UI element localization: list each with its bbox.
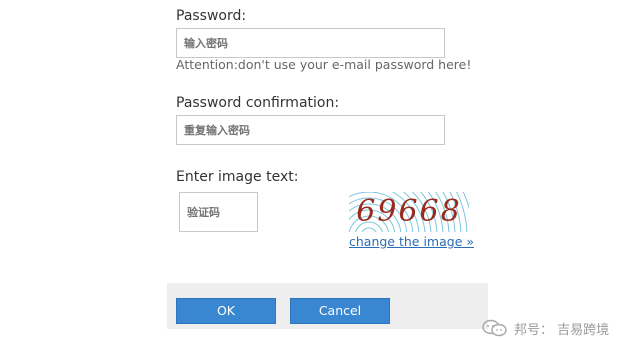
password-hint: Attention:don't use your e-mail password… xyxy=(176,57,472,72)
cancel-button[interactable]: Cancel xyxy=(290,298,390,324)
registration-form: Password: Attention:don't use your e-mai… xyxy=(0,0,634,340)
wechat-icon xyxy=(482,319,507,337)
ok-button[interactable]: OK xyxy=(176,298,276,324)
captcha-input[interactable] xyxy=(179,192,258,232)
password-input[interactable] xyxy=(176,28,445,58)
captcha-label: Enter image text: xyxy=(176,169,299,185)
captcha-image-text: 69668 xyxy=(356,194,462,229)
watermark-text: 邦号： 吉易跨境 xyxy=(514,322,610,338)
password-confirmation-label: Password confirmation: xyxy=(176,95,340,111)
captcha-image: 69668 xyxy=(349,192,469,232)
change-image-link[interactable]: change the image » xyxy=(349,234,474,249)
password-confirmation-input[interactable] xyxy=(176,115,445,145)
watermark: 邦号： 吉易跨境 xyxy=(482,318,609,338)
password-label: Password: xyxy=(176,8,247,24)
